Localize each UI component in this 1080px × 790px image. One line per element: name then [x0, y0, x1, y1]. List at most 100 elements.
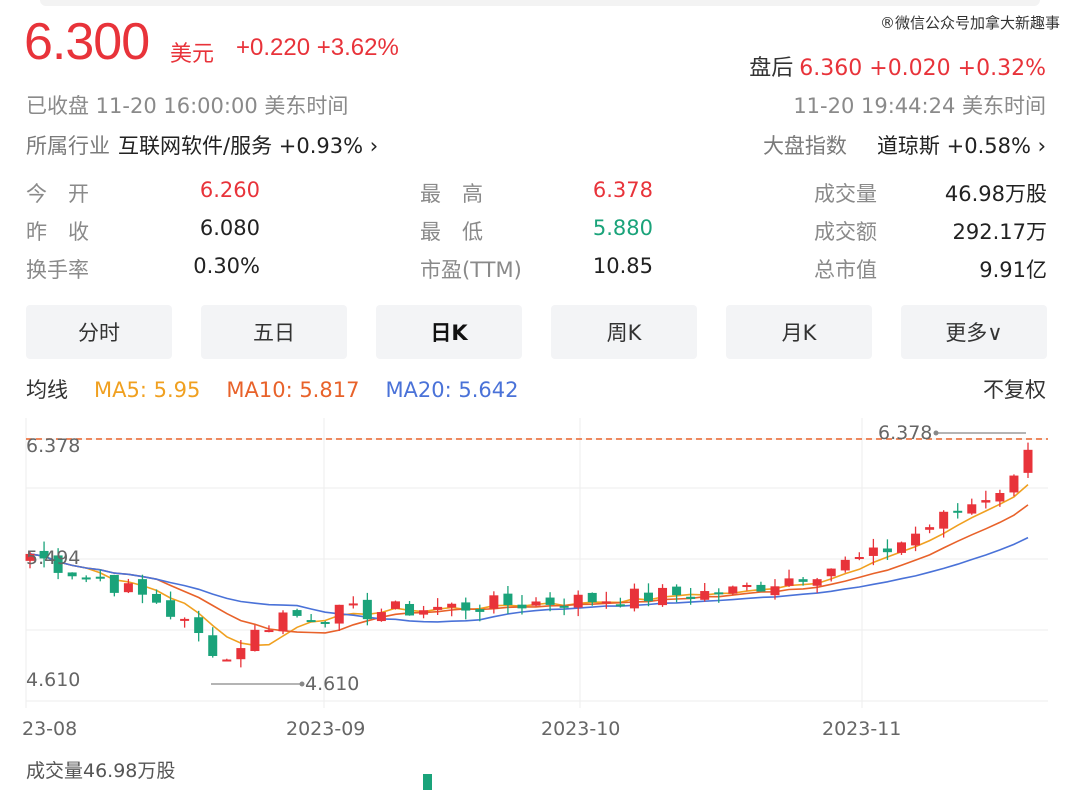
stat-label: 最 高 — [420, 182, 483, 206]
candle-body — [475, 609, 485, 612]
stat-label: 总市值 — [814, 258, 877, 282]
candle-body — [531, 601, 541, 606]
candle-body — [742, 585, 752, 588]
candle-body — [1009, 475, 1019, 493]
candle-body — [812, 579, 822, 586]
tab-monthly-k[interactable]: 月K — [726, 305, 872, 359]
x-label: 2023-10 — [541, 718, 620, 740]
ma10-value: MA10: 5.817 — [226, 378, 360, 402]
stat-value: 6.080 — [199, 216, 260, 240]
min-marker-dot — [299, 681, 305, 687]
candle-body — [292, 610, 302, 616]
candle-body — [643, 592, 653, 602]
candle-body — [798, 579, 808, 582]
candle-body — [264, 630, 274, 633]
candle-body — [728, 586, 738, 594]
candle-body — [995, 493, 1005, 502]
candle-body — [362, 599, 372, 620]
index-link[interactable]: 大盘指数 道琼斯 +0.58% › — [763, 130, 1046, 160]
y-label-mid: 5.494 — [26, 547, 80, 569]
candles — [25, 442, 1033, 668]
candle-body — [868, 547, 878, 556]
current-price: 6.300 — [24, 13, 150, 71]
candle-body — [573, 594, 583, 608]
max-marker-dot — [933, 430, 939, 436]
candle-body — [1023, 449, 1033, 473]
candle-body — [390, 601, 400, 609]
candle-body — [700, 591, 710, 600]
candle-body — [672, 586, 682, 596]
stat-label: 今 开 — [26, 182, 89, 206]
candle-body — [587, 592, 597, 603]
after-hours-label: 盘后 — [749, 56, 794, 81]
currency-label: 美元 — [170, 42, 215, 67]
candle-body — [517, 604, 527, 609]
candle-body — [376, 612, 386, 622]
ma10-line — [29, 504, 1029, 634]
y-label-high: 6.378 — [26, 435, 80, 457]
period-tabs: 分时 五日 日K 周K 月K 更多∨ — [26, 305, 1048, 359]
kline-chart[interactable]: 6.378 5.494 4.610 6.378 4.610 23-08 2023… — [0, 408, 1080, 748]
candle-body — [123, 583, 133, 593]
index-value: 道琼斯 +0.58% › — [876, 134, 1046, 158]
candle-body — [208, 635, 218, 656]
candle-body — [152, 593, 162, 603]
candle-body — [826, 568, 836, 577]
candle-body — [882, 548, 892, 553]
candle-body — [250, 629, 260, 652]
candle-body — [756, 584, 766, 592]
candle-body — [489, 595, 499, 609]
candle-body — [180, 618, 190, 621]
candle-body — [601, 601, 611, 604]
stat-value: 6.260 — [199, 178, 260, 202]
stat-label: 成交额 — [814, 220, 877, 244]
candle-body — [840, 559, 850, 571]
candle-body — [461, 602, 471, 611]
y-label-low: 4.610 — [26, 669, 80, 691]
stat-label: 最 低 — [420, 220, 483, 244]
candle-body — [95, 576, 105, 579]
tab-more[interactable]: 更多∨ — [901, 305, 1047, 359]
candle-body — [559, 605, 569, 608]
volume-label: 成交量46.98万股 — [26, 760, 176, 782]
index-label: 大盘指数 — [762, 134, 847, 158]
ma-legend: 均线 MA5: 5.95 MA10: 5.817 MA20: 5.642 — [26, 374, 545, 404]
market-status: 已收盘 11-20 16:00:00 美东时间 — [26, 94, 349, 118]
candle-body — [967, 504, 977, 514]
ma20-line — [29, 536, 1029, 623]
candle-body — [81, 577, 91, 580]
tab-weekly-k[interactable]: 周K — [551, 305, 697, 359]
watermark-text: ®微信公众号加拿大新趣事 — [879, 14, 1060, 32]
tab-daily-k[interactable]: 日K — [376, 305, 522, 359]
candle-body — [854, 557, 864, 560]
tab-five-day[interactable]: 五日 — [201, 305, 347, 359]
candle-body — [686, 596, 696, 599]
candle-body — [714, 592, 724, 595]
candle-body — [658, 587, 668, 606]
candle-body — [447, 603, 457, 608]
ma5-line — [29, 483, 1029, 647]
candle-body — [137, 579, 147, 595]
industry-link[interactable]: 所属行业 互联网软件/服务 +0.93% › — [26, 130, 378, 160]
stat-value: 9.91亿 — [979, 258, 1047, 282]
stat-label: 昨 收 — [26, 220, 89, 244]
candle-body — [503, 593, 513, 606]
candle-body — [911, 533, 921, 546]
adjust-toggle[interactable]: 不复权 — [983, 374, 1046, 404]
stat-value: 10.85 — [592, 254, 653, 278]
stat-value: 5.880 — [592, 216, 653, 240]
candle-body — [222, 659, 232, 662]
ma-lines — [29, 483, 1029, 647]
stat-value: 292.17万 — [952, 220, 1047, 244]
tab-intraday[interactable]: 分时 — [26, 305, 172, 359]
candle-body — [320, 621, 330, 624]
stat-value: 6.378 — [592, 178, 653, 202]
candle-body — [545, 597, 555, 605]
candle-body — [109, 574, 119, 593]
price-change: +0.220 +3.62% — [236, 34, 399, 61]
stat-label: 换手率 — [26, 258, 89, 282]
candle-body — [896, 542, 906, 553]
volume-bar — [423, 774, 432, 790]
candle-body — [925, 527, 935, 530]
ma-legend-label: 均线 — [26, 378, 68, 402]
